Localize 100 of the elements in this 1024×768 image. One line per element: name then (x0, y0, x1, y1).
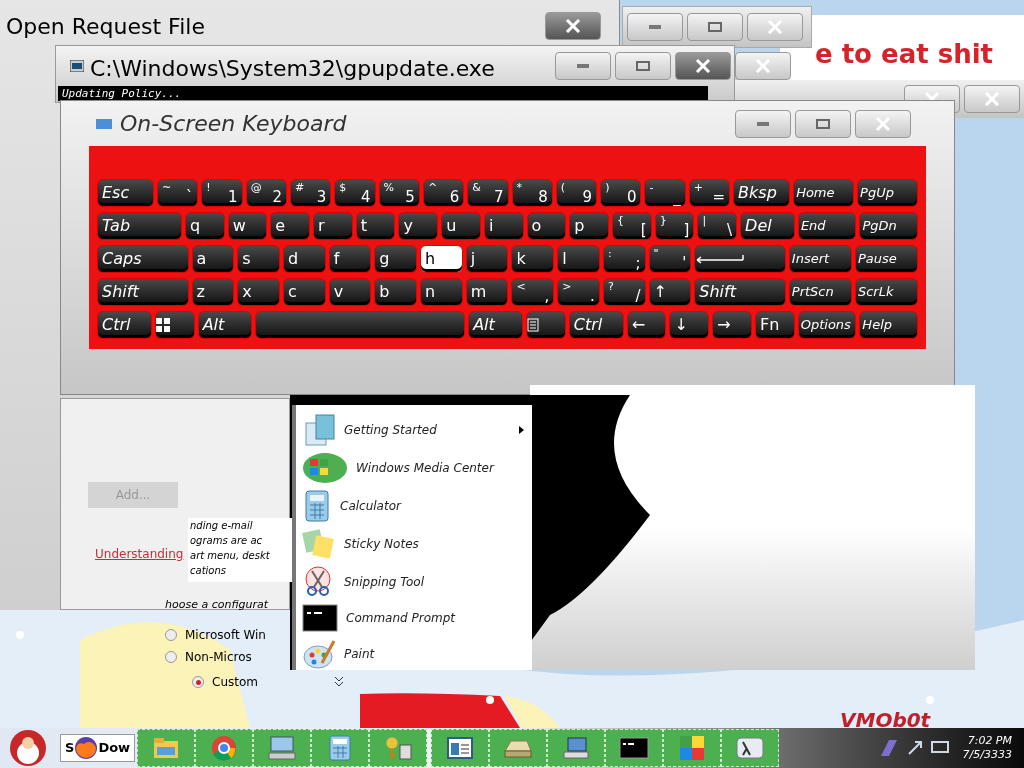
keyboard-key[interactable]: ) 0 (600, 179, 642, 207)
keyboard-key[interactable]: @ 2 (245, 179, 287, 207)
maximize-button[interactable] (795, 109, 851, 138)
keyboard-key[interactable]: Ctrl (568, 311, 624, 339)
keyboard-key[interactable]: p (569, 212, 609, 240)
keyboard-key[interactable]: g (374, 245, 418, 273)
keyboard-key[interactable]: a (191, 245, 235, 273)
keyboard-key[interactable]: x (237, 278, 280, 306)
keyboard-key[interactable]: s (237, 245, 280, 273)
enter-icon (695, 254, 746, 264)
keyboard-key[interactable]: y (398, 212, 439, 240)
keyboard-key[interactable]: b (374, 278, 418, 306)
keyboard-key[interactable]: z (191, 278, 235, 306)
keyboard-key[interactable]: Shift (694, 278, 786, 306)
minimize-button[interactable] (627, 13, 683, 41)
keyboard-key[interactable]: Esc (97, 179, 155, 207)
start-menu-item[interactable]: Command Prompt (302, 603, 532, 633)
keyboard-key[interactable]: Alt (468, 311, 524, 339)
keyboard-key[interactable]: d (282, 245, 326, 273)
start-menu-item[interactable]: Paint (302, 637, 532, 671)
keyboard-key[interactable]: Pause (854, 245, 918, 273)
keyboard-key[interactable]: $ 4 (334, 179, 376, 207)
keyboard-key[interactable]: e (270, 212, 311, 240)
keyboard-key[interactable]: Options (797, 311, 857, 339)
minimize-button[interactable] (555, 52, 611, 80)
keyboard-key[interactable]: + = (688, 179, 731, 207)
keyboard-key[interactable]: # 3 (289, 179, 332, 207)
keyboard-key[interactable]: t (355, 212, 396, 240)
keyboard-key[interactable]: Home (793, 179, 855, 207)
keyboard-key[interactable]: " ' (648, 245, 692, 273)
taskbar-button[interactable]: S Dow (60, 734, 136, 762)
keyboard-key[interactable]: k (511, 245, 555, 273)
start-menu-item[interactable]: Calculator (302, 489, 532, 523)
understanding-link[interactable]: Understanding (95, 545, 184, 563)
keyboard-key[interactable]: - _ (644, 179, 686, 207)
taskbar-app-button[interactable] (431, 729, 490, 767)
keyboard-key[interactable]: → (712, 311, 752, 339)
start-menu-item[interactable]: Sticky Notes (302, 527, 532, 561)
keyboard-key[interactable]: } ] (654, 212, 695, 240)
maximize-button[interactable] (615, 52, 671, 80)
keyboard-key[interactable]: n (420, 278, 463, 306)
keyboard-key[interactable]: : ; (602, 245, 646, 273)
keyboard-key[interactable]: ← (626, 311, 667, 339)
keyboard-icon (96, 118, 112, 129)
keyboard-key[interactable]: ^ 6 (422, 179, 465, 207)
keyboard-key[interactable]: f (328, 245, 372, 273)
keyboard-key[interactable]: Caps (97, 245, 189, 273)
keyboard-key[interactable]: q (184, 212, 225, 240)
keyboard-key[interactable]: r (313, 212, 353, 240)
keyboard-key[interactable]: | \ (697, 212, 738, 240)
keyboard-key[interactable]: v (328, 278, 372, 306)
close-button[interactable] (675, 52, 731, 80)
keyboard-key[interactable]: ↑ (648, 278, 692, 306)
keyboard-key[interactable]: ScrLk (854, 278, 918, 306)
keyboard-key[interactable]: PrtScn (788, 278, 852, 306)
keyboard-key[interactable]: c (282, 278, 326, 306)
keyboard-key[interactable]: i (483, 212, 524, 240)
keyboard-key[interactable]: PgUp (857, 179, 919, 207)
start-menu-item[interactable]: Snipping Tool (302, 565, 532, 599)
keyboard-key[interactable]: Ctrl (97, 311, 152, 339)
keyboard-key[interactable]: Tab (97, 212, 182, 240)
keyboard-key[interactable]: & 7 (467, 179, 509, 207)
keyboard-key[interactable]: Shift (97, 278, 189, 306)
keyboard-key[interactable] (526, 311, 566, 339)
keyboard-key[interactable]: ( 9 (555, 179, 598, 207)
keyboard-key[interactable]: Bksp (733, 179, 791, 207)
keyboard-key[interactable]: { [ (612, 212, 652, 240)
close-button[interactable] (545, 12, 601, 40)
keyboard-key[interactable]: ? / (602, 278, 646, 306)
keyboard-key[interactable]: * 8 (511, 179, 553, 207)
keyboard-key[interactable]: l (557, 245, 600, 273)
keyboard-key[interactable] (694, 245, 786, 273)
maximize-button[interactable] (687, 13, 743, 41)
keyboard-key[interactable]: Del (740, 212, 795, 240)
dialog-text: cations (190, 564, 226, 578)
keyboard-key[interactable]: j (465, 245, 509, 273)
keyboard-key[interactable]: ! 1 (201, 179, 243, 207)
start-menu-item[interactable]: Windows Media Center (302, 451, 532, 485)
keyboard-key[interactable]: Fn (754, 311, 795, 339)
keyboard-key[interactable]: Insert (788, 245, 852, 273)
keyboard-key[interactable]: u (441, 212, 481, 240)
keyboard-key[interactable]: PgDn (859, 212, 918, 240)
keyboard-key[interactable] (154, 311, 195, 339)
taskbar-app-button[interactable] (605, 729, 664, 767)
start-menu-item[interactable]: Getting Started (302, 413, 532, 447)
keyboard-key[interactable]: Alt (197, 311, 253, 339)
window-text: e to eat shit (815, 38, 993, 71)
minimize-button[interactable] (735, 109, 791, 138)
keyboard-key[interactable]: ↓ (669, 311, 710, 339)
keyboard-key[interactable]: o (526, 212, 567, 240)
snowflake-icon (486, 696, 494, 704)
keyboard-key[interactable]: % 5 (378, 179, 420, 207)
keyboard-key[interactable]: Help (859, 311, 918, 339)
keyboard-key[interactable]: < , (511, 278, 555, 306)
keyboard-key[interactable]: h (420, 245, 463, 273)
keyboard-key[interactable]: m (465, 278, 509, 306)
keyboard-key[interactable]: > . (557, 278, 600, 306)
keyboard-key[interactable]: End (797, 212, 857, 240)
keyboard-key[interactable]: ~ ` (157, 179, 199, 207)
keyboard-key[interactable]: w (227, 212, 268, 240)
